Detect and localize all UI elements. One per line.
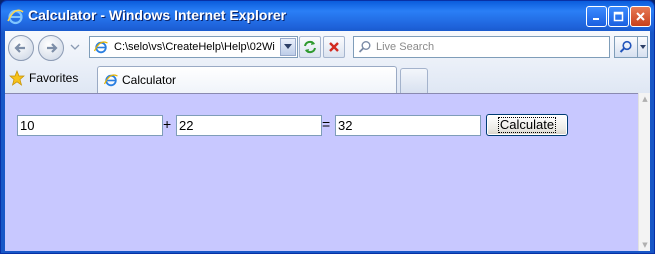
calculate-button[interactable]: Calculate: [486, 114, 568, 136]
plus-operator: +: [163, 116, 172, 132]
chevron-down-icon[interactable]: [70, 42, 80, 52]
address-dropdown-button[interactable]: [280, 38, 296, 56]
favorites-button[interactable]: Favorites: [9, 67, 78, 89]
magnifier-icon: [619, 40, 632, 53]
forward-arrow-icon: [47, 43, 58, 53]
chevron-down-icon: [639, 45, 646, 49]
minimize-icon: [593, 18, 599, 20]
stop-icon: [329, 42, 339, 52]
close-button[interactable]: [630, 6, 651, 27]
stop-button[interactable]: [323, 36, 345, 58]
page-content: 10 + 22 = 32 Calculate: [5, 93, 638, 251]
operand2-input[interactable]: 22: [176, 115, 322, 136]
tab-calculator[interactable]: Calculator: [97, 66, 397, 93]
favorites-label: Favorites: [29, 71, 79, 85]
refresh-button[interactable]: [299, 36, 321, 58]
search-go-button[interactable]: [614, 36, 638, 58]
address-input[interactable]: C:\selo\vs\CreateHelp\Help\02Wi: [114, 41, 282, 53]
vertical-scrollbar[interactable]: ▲ ▼: [638, 93, 650, 251]
equals-sign: =: [322, 116, 331, 132]
new-tab-button[interactable]: [400, 68, 428, 93]
forward-button[interactable]: [38, 35, 64, 61]
browser-window: Calculator - Windows Internet Explorer C…: [0, 0, 655, 254]
search-icon: [358, 41, 371, 53]
result-field[interactable]: 32: [335, 115, 481, 136]
ie-tab-icon: [104, 74, 118, 87]
page-icon: [94, 41, 108, 54]
search-options-button[interactable]: [638, 36, 648, 58]
back-button[interactable]: [8, 35, 34, 61]
scroll-down-icon[interactable]: ▼: [641, 241, 649, 249]
chevron-down-icon: [284, 44, 292, 49]
calculate-button-label: Calculate: [497, 117, 557, 133]
ie-logo-icon: [7, 9, 24, 25]
refresh-icon: [304, 40, 316, 54]
minimize-button[interactable]: [586, 6, 607, 27]
search-input[interactable]: Live Search: [376, 41, 434, 53]
maximize-icon: [613, 11, 624, 22]
maximize-button[interactable]: [608, 6, 629, 27]
star-icon: [9, 70, 25, 86]
back-arrow-icon: [14, 43, 25, 53]
search-box[interactable]: Live Search: [353, 36, 610, 58]
browser-toolbar: C:\selo\vs\CreateHelp\Help\02Wi Live Sea…: [5, 31, 650, 93]
address-bar[interactable]: C:\selo\vs\CreateHelp\Help\02Wi: [89, 36, 298, 58]
scroll-up-icon[interactable]: ▲: [641, 95, 649, 103]
window-title: Calculator - Windows Internet Explorer: [28, 7, 287, 23]
tab-label: Calculator: [122, 73, 177, 87]
operand1-input[interactable]: 10: [17, 115, 163, 136]
title-bar: Calculator - Windows Internet Explorer: [1, 1, 654, 31]
close-icon: [636, 12, 645, 21]
